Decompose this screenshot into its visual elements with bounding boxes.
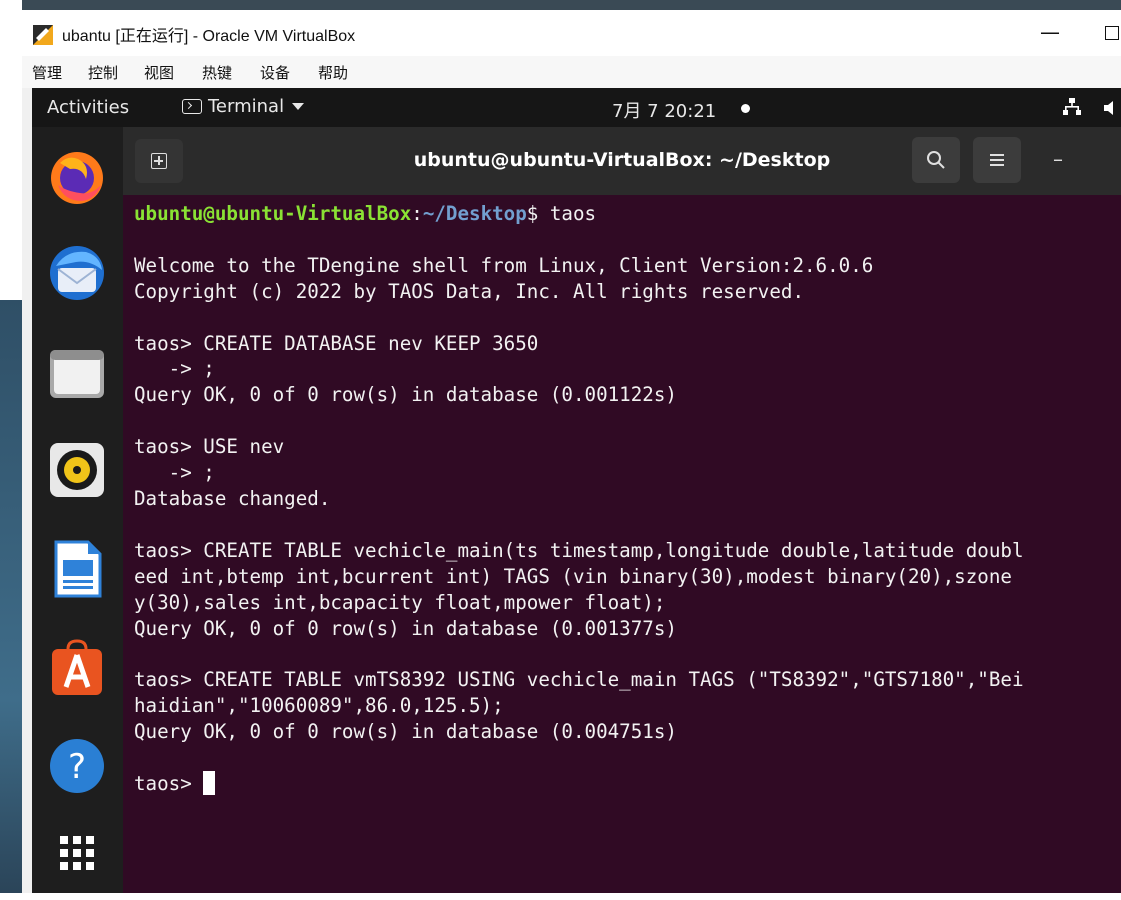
menu-control[interactable]: 控制	[88, 62, 118, 83]
terminal-line: Query OK, 0 of 0 row(s) in database (0.0…	[134, 383, 677, 407]
terminal-minimize-button[interactable]: –	[1053, 147, 1063, 171]
clock[interactable]: 7月 7 20:21	[612, 97, 716, 123]
terminal-line: taos> CREATE DATABASE nev KEEP 3650	[134, 331, 539, 355]
current-prompt: taos>	[134, 771, 204, 795]
network-icon[interactable]	[1062, 97, 1082, 117]
volume-icon[interactable]	[1102, 98, 1121, 118]
files-icon[interactable]	[46, 342, 108, 404]
app-menu-label: Terminal	[208, 96, 285, 117]
terminal-line: taos> CREATE TABLE vmTS8392 USING vechic…	[134, 668, 1024, 692]
help-icon[interactable]: ?	[46, 735, 108, 797]
terminal-headerbar: ubuntu@ubuntu-VirtualBox: ~/Desktop –	[123, 127, 1121, 195]
terminal-line: Query OK, 0 of 0 row(s) in database (0.0…	[134, 720, 677, 744]
virtualbox-window: ubantu [正在运行] - Oracle VM VirtualBox — 管…	[22, 10, 1121, 893]
firefox-icon[interactable]	[46, 145, 108, 207]
menu-button[interactable]	[973, 137, 1021, 183]
ubuntu-top-bar: Activities Terminal 7月 7 20:21	[32, 88, 1121, 127]
prompt-separator: :	[411, 202, 423, 225]
terminal-line: Welcome to the TDengine shell from Linux…	[134, 253, 874, 277]
activities-button[interactable]: Activities	[47, 97, 129, 118]
terminal-line: haidian","10060089",86.0,125.5);	[134, 694, 504, 718]
terminal-icon	[182, 99, 202, 114]
terminal-output[interactable]: ubuntu@ubuntu-VirtualBox:~/Desktop$ taos…	[123, 195, 1121, 893]
virtualbox-menubar: 管理 控制 视图 热键 设备 帮助	[22, 56, 1121, 88]
hamburger-menu-icon	[990, 154, 1004, 166]
chevron-down-icon	[292, 103, 305, 110]
terminal-line: -> ;	[134, 357, 215, 381]
prompt-command: $ taos	[526, 202, 597, 225]
terminal-title: ubuntu@ubuntu-VirtualBox: ~/Desktop	[413, 149, 831, 171]
notification-dot-icon	[741, 104, 750, 113]
terminal-text: ubuntu@ubuntu-VirtualBox:~/Desktop$ taos…	[134, 201, 1024, 797]
app-menu-terminal[interactable]: Terminal	[182, 96, 305, 117]
terminal-line: -> ;	[134, 461, 215, 485]
search-button[interactable]	[912, 137, 960, 183]
terminal-line: taos> CREATE TABLE vechicle_main(ts time…	[134, 538, 1024, 562]
menu-help[interactable]: 帮助	[318, 62, 348, 83]
menu-devices[interactable]: 设备	[260, 62, 290, 83]
terminal-line: taos> USE nev	[134, 435, 285, 459]
terminal-line: eed int,btemp int,bcurrent int) TAGS (vi…	[134, 564, 1012, 588]
desktop-background-bottom	[0, 893, 1121, 900]
terminal-line: Copyright (c) 2022 by TAOS Data, Inc. Al…	[134, 279, 805, 303]
menu-manage[interactable]: 管理	[32, 62, 62, 83]
virtualbox-titlebar: ubantu [正在运行] - Oracle VM VirtualBox —	[22, 10, 1121, 56]
prompt-user: ubuntu@ubuntu-VirtualBox	[134, 202, 412, 225]
search-icon	[927, 151, 945, 169]
menu-view[interactable]: 视图	[144, 62, 174, 83]
guest-screen: Activities Terminal 7月 7 20:21 ? ubuntu@…	[32, 88, 1121, 893]
terminal-cursor	[203, 770, 216, 795]
prompt-path: ~/Desktop	[422, 202, 527, 225]
window-title: ubantu [正在运行] - Oracle VM VirtualBox	[62, 28, 356, 45]
show-applications-icon[interactable]	[46, 822, 108, 884]
terminal-line: Database changed.	[134, 486, 331, 510]
maximize-button[interactable]	[1105, 26, 1119, 40]
virtualbox-app-icon	[33, 25, 53, 45]
libreoffice-writer-icon[interactable]	[46, 538, 108, 600]
svg-text:?: ?	[68, 747, 86, 787]
ubuntu-dock: ?	[32, 127, 123, 893]
terminal-line: y(30),sales int,bcapacity float,mpower f…	[134, 590, 666, 614]
terminal-line: Query OK, 0 of 0 row(s) in database (0.0…	[134, 616, 677, 640]
desktop-background	[0, 0, 22, 900]
ubuntu-software-icon[interactable]	[46, 637, 108, 699]
minimize-button[interactable]: —	[1040, 20, 1060, 44]
rhythmbox-icon[interactable]	[46, 439, 108, 501]
menu-hotkeys[interactable]: 热键	[202, 62, 232, 83]
thunderbird-icon[interactable]	[46, 242, 108, 304]
